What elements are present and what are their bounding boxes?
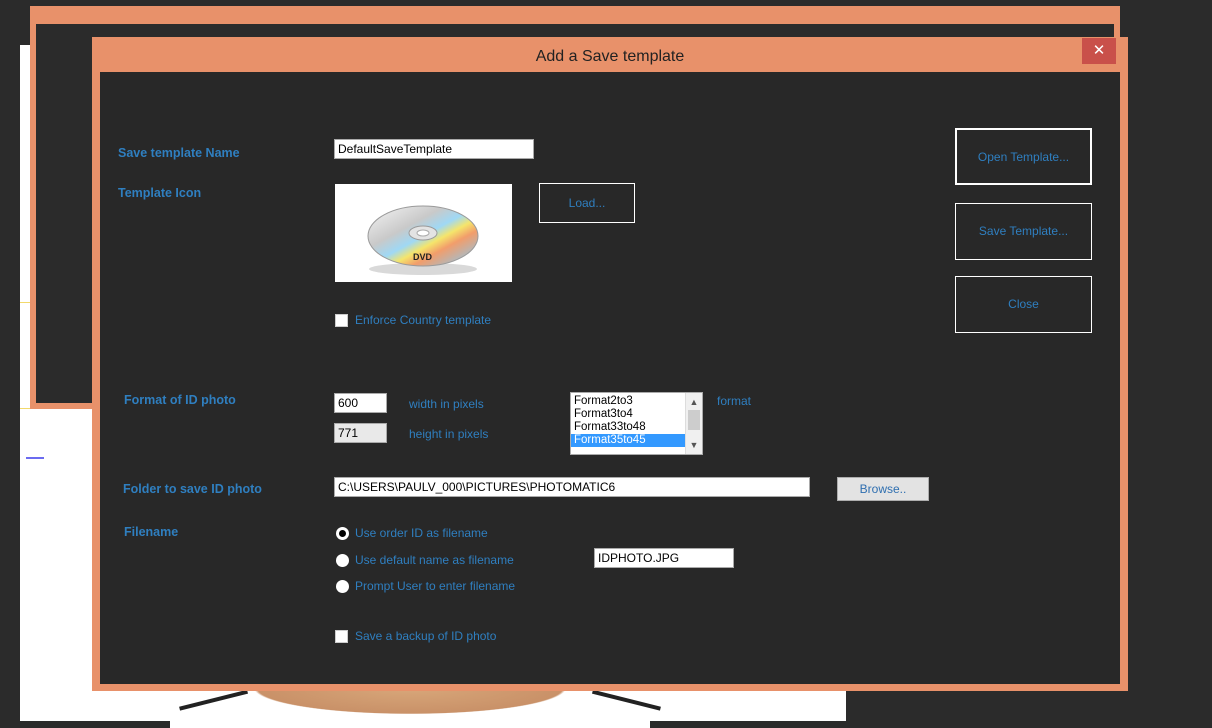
format-option[interactable]: Format2to3 <box>571 395 702 408</box>
background-app-left-strip <box>0 0 20 721</box>
filename-label: Filename <box>124 525 179 539</box>
format-listbox-scrollbar[interactable]: ▲ ▼ <box>685 393 702 454</box>
template-icon-label: Template Icon <box>118 186 202 200</box>
dvd-icon: DVD <box>367 205 479 275</box>
open-template-button[interactable]: Open Template... <box>955 128 1092 185</box>
background-guide-line <box>26 457 44 459</box>
save-backup-checkbox[interactable] <box>335 630 348 643</box>
enforce-country-label: Enforce Country template <box>355 313 492 327</box>
default-filename-input[interactable]: IDPHOTO.JPG <box>594 548 734 568</box>
width-input[interactable]: 600 <box>334 393 387 413</box>
scroll-down-icon[interactable]: ▼ <box>686 437 702 453</box>
browse-button[interactable]: Browse.. <box>837 477 929 501</box>
format-option[interactable]: Format33to48 <box>571 421 702 434</box>
enforce-country-checkbox[interactable] <box>335 314 348 327</box>
template-name-label: Save template Name <box>118 146 240 160</box>
radio-use-default-name-label: Use default name as filename <box>355 553 514 567</box>
scroll-up-icon[interactable]: ▲ <box>686 394 702 410</box>
dialog-title: Add a Save template <box>535 48 685 65</box>
format-option-selected[interactable]: Format35to45 <box>571 434 685 447</box>
format-label: Format of ID photo <box>124 393 236 407</box>
svg-text:DVD: DVD <box>413 252 433 262</box>
height-input[interactable]: 771 <box>334 423 387 443</box>
height-label: height in pixels <box>409 427 489 441</box>
radio-use-order-id[interactable] <box>336 527 349 540</box>
format-option[interactable]: Format3to4 <box>571 408 702 421</box>
format-suffix-label: format <box>717 394 752 408</box>
format-listbox[interactable]: Format2to3 Format3to4 Format33to48 Forma… <box>570 392 703 455</box>
add-save-template-dialog: Add a Save template ✕ Save template Name… <box>92 37 1128 691</box>
radio-use-order-id-label: Use order ID as filename <box>355 526 488 540</box>
width-label: width in pixels <box>409 397 484 411</box>
save-backup-label: Save a backup of ID photo <box>355 629 497 643</box>
close-button[interactable]: Close <box>955 276 1092 333</box>
close-icon[interactable]: ✕ <box>1082 38 1116 64</box>
radio-use-default-name[interactable] <box>336 554 349 567</box>
dialog-client-area: Save template Name DefaultSaveTemplate T… <box>100 72 1120 684</box>
save-template-button[interactable]: Save Template... <box>955 203 1092 260</box>
folder-path-input[interactable]: C:\USERS\PAULV_000\PICTURES\PHOTOMATIC6 <box>334 477 810 497</box>
folder-label: Folder to save ID photo <box>123 482 262 496</box>
template-icon-preview: DVD <box>335 184 512 282</box>
radio-prompt-user[interactable] <box>336 580 349 593</box>
scrollbar-thumb[interactable] <box>688 410 700 430</box>
radio-prompt-user-label: Prompt User to enter filename <box>355 579 516 593</box>
template-name-input[interactable]: DefaultSaveTemplate <box>334 139 534 159</box>
load-icon-button[interactable]: Load... <box>539 183 635 223</box>
background-window-titlebar <box>36 12 1114 24</box>
